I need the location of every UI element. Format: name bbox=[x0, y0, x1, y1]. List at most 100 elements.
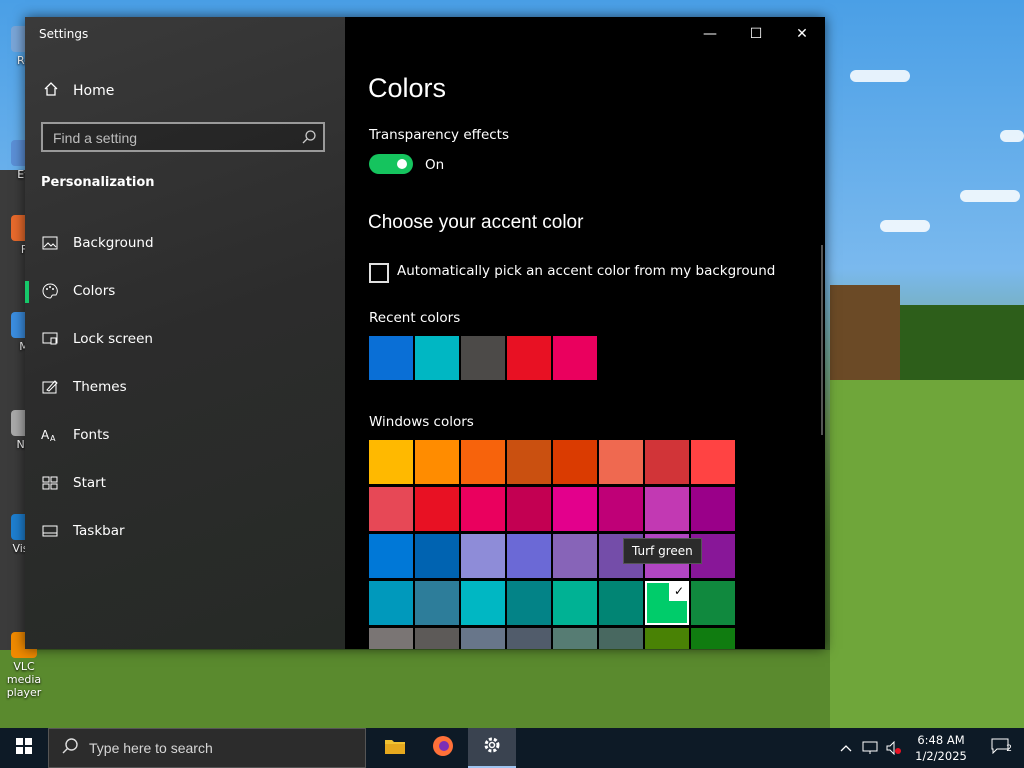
sidebar-item-colors[interactable]: Colors bbox=[25, 267, 345, 315]
notification-center-button[interactable]: 2 bbox=[976, 728, 1024, 768]
palette-icon bbox=[41, 282, 59, 300]
accent-color-swatch[interactable] bbox=[507, 440, 551, 484]
nav-home-label: Home bbox=[73, 83, 115, 99]
accent-color-swatch[interactable] bbox=[691, 487, 735, 531]
sidebar-item-label: Start bbox=[73, 475, 106, 491]
sidebar-item-lock-screen[interactable]: Lock screen bbox=[25, 315, 345, 363]
scrollbar[interactable] bbox=[821, 245, 823, 435]
clock-time: 6:48 AM bbox=[917, 733, 965, 747]
fonts-icon: AA bbox=[41, 426, 59, 444]
accent-color-swatch[interactable] bbox=[553, 487, 597, 531]
color-row bbox=[369, 487, 735, 531]
accent-color-swatch[interactable] bbox=[415, 440, 459, 484]
accent-color-swatch[interactable] bbox=[599, 581, 643, 625]
accent-color-swatch[interactable] bbox=[599, 628, 643, 649]
cloud bbox=[880, 220, 930, 232]
accent-color-swatch[interactable] bbox=[369, 487, 413, 531]
themes-icon bbox=[41, 378, 59, 396]
app-title: Settings bbox=[39, 27, 89, 41]
accent-color-swatch[interactable] bbox=[507, 534, 551, 578]
accent-color-swatch[interactable] bbox=[645, 440, 689, 484]
accent-color-swatch[interactable] bbox=[691, 628, 735, 649]
windows-colors-grid: ✓ bbox=[345, 17, 825, 649]
sidebar-item-label: Fonts bbox=[73, 427, 110, 443]
search-input[interactable] bbox=[51, 128, 295, 148]
file-explorer-button[interactable] bbox=[371, 728, 419, 768]
accent-color-swatch[interactable] bbox=[415, 628, 459, 649]
settings-taskbar-button[interactable] bbox=[468, 728, 516, 768]
accent-color-swatch[interactable] bbox=[369, 440, 413, 484]
section-heading: Personalization bbox=[41, 175, 155, 190]
home-icon bbox=[43, 81, 59, 101]
accent-color-swatch[interactable] bbox=[507, 581, 551, 625]
start-grid-icon bbox=[41, 474, 59, 492]
accent-color-swatch[interactable] bbox=[369, 534, 413, 578]
sidebar-item-taskbar[interactable]: Taskbar bbox=[25, 507, 345, 555]
search-icon[interactable] bbox=[301, 129, 317, 145]
accent-color-swatch[interactable] bbox=[645, 487, 689, 531]
accent-color-swatch[interactable] bbox=[691, 581, 735, 625]
accent-color-swatch[interactable] bbox=[415, 534, 459, 578]
accent-color-swatch[interactable] bbox=[461, 534, 505, 578]
sidebar-item-start[interactable]: Start bbox=[25, 459, 345, 507]
notification-count: 2 bbox=[1006, 744, 1012, 754]
sidebar-item-label: Colors bbox=[73, 283, 116, 299]
accent-color-swatch[interactable] bbox=[507, 628, 551, 649]
accent-color-swatch[interactable] bbox=[599, 487, 643, 531]
accent-color-swatch[interactable] bbox=[461, 487, 505, 531]
accent-color-swatch[interactable] bbox=[553, 581, 597, 625]
svg-text:A: A bbox=[41, 428, 50, 442]
cloud bbox=[850, 70, 910, 82]
cloud bbox=[960, 190, 1020, 202]
lock-screen-icon bbox=[41, 330, 59, 348]
settings-search[interactable] bbox=[41, 122, 325, 152]
accent-color-swatch[interactable] bbox=[369, 581, 413, 625]
sidebar-item-label: Background bbox=[73, 235, 154, 251]
volume-muted-icon[interactable] bbox=[882, 728, 906, 768]
accent-color-swatch[interactable] bbox=[691, 440, 735, 484]
color-row bbox=[369, 628, 735, 649]
accent-color-swatch[interactable] bbox=[553, 440, 597, 484]
windows-logo-icon bbox=[16, 738, 32, 758]
firefox-icon bbox=[432, 735, 454, 761]
sidebar-item-label: Lock screen bbox=[73, 331, 153, 347]
firefox-button[interactable] bbox=[419, 728, 467, 768]
accent-color-swatch[interactable] bbox=[461, 440, 505, 484]
accent-color-swatch[interactable] bbox=[645, 628, 689, 649]
nav-home[interactable]: Home bbox=[43, 80, 114, 102]
settings-sidebar: Settings Home Personalization Background… bbox=[25, 17, 345, 649]
accent-color-swatch[interactable] bbox=[461, 628, 505, 649]
checkmark-icon: ✓ bbox=[669, 581, 689, 601]
taskbar: Type here to search 6:48 AM 1/2/2025 2 bbox=[0, 728, 1024, 768]
image-icon bbox=[41, 234, 59, 252]
accent-color-swatch[interactable] bbox=[599, 440, 643, 484]
sidebar-item-themes[interactable]: Themes bbox=[25, 363, 345, 411]
grass-field bbox=[830, 380, 1024, 728]
taskbar-search-text: Type here to search bbox=[89, 740, 213, 756]
accent-color-swatch[interactable]: ✓ bbox=[645, 581, 689, 625]
settings-window: Settings Home Personalization Background… bbox=[25, 17, 825, 649]
taskbar-search[interactable]: Type here to search bbox=[48, 728, 366, 768]
cloud bbox=[1000, 130, 1024, 142]
accent-color-swatch[interactable] bbox=[415, 487, 459, 531]
system-tray: 6:48 AM 1/2/2025 2 bbox=[834, 728, 1024, 768]
accent-color-swatch[interactable] bbox=[369, 628, 413, 649]
clock-date: 1/2/2025 bbox=[915, 749, 967, 763]
sidebar-item-background[interactable]: Background bbox=[25, 219, 345, 267]
accent-color-swatch[interactable] bbox=[415, 581, 459, 625]
network-icon[interactable] bbox=[858, 728, 882, 768]
accent-color-swatch[interactable] bbox=[507, 487, 551, 531]
accent-color-swatch[interactable] bbox=[461, 581, 505, 625]
desktop-icon-label: VLC media player bbox=[6, 660, 42, 699]
accent-color-swatch[interactable] bbox=[553, 534, 597, 578]
svg-text:A: A bbox=[50, 434, 56, 442]
sidebar-item-fonts[interactable]: A A Fonts bbox=[25, 411, 345, 459]
clock[interactable]: 6:48 AM 1/2/2025 bbox=[906, 732, 976, 764]
start-button[interactable] bbox=[0, 728, 48, 768]
personalization-nav: Background Colors Lock screen Themes A A Fonts… bbox=[25, 219, 345, 555]
accent-color-swatch[interactable] bbox=[553, 628, 597, 649]
tree-leaves bbox=[900, 305, 1024, 385]
sidebar-item-label: Themes bbox=[73, 379, 127, 395]
chevron-up-icon[interactable] bbox=[834, 728, 858, 768]
gear-icon bbox=[482, 735, 502, 759]
